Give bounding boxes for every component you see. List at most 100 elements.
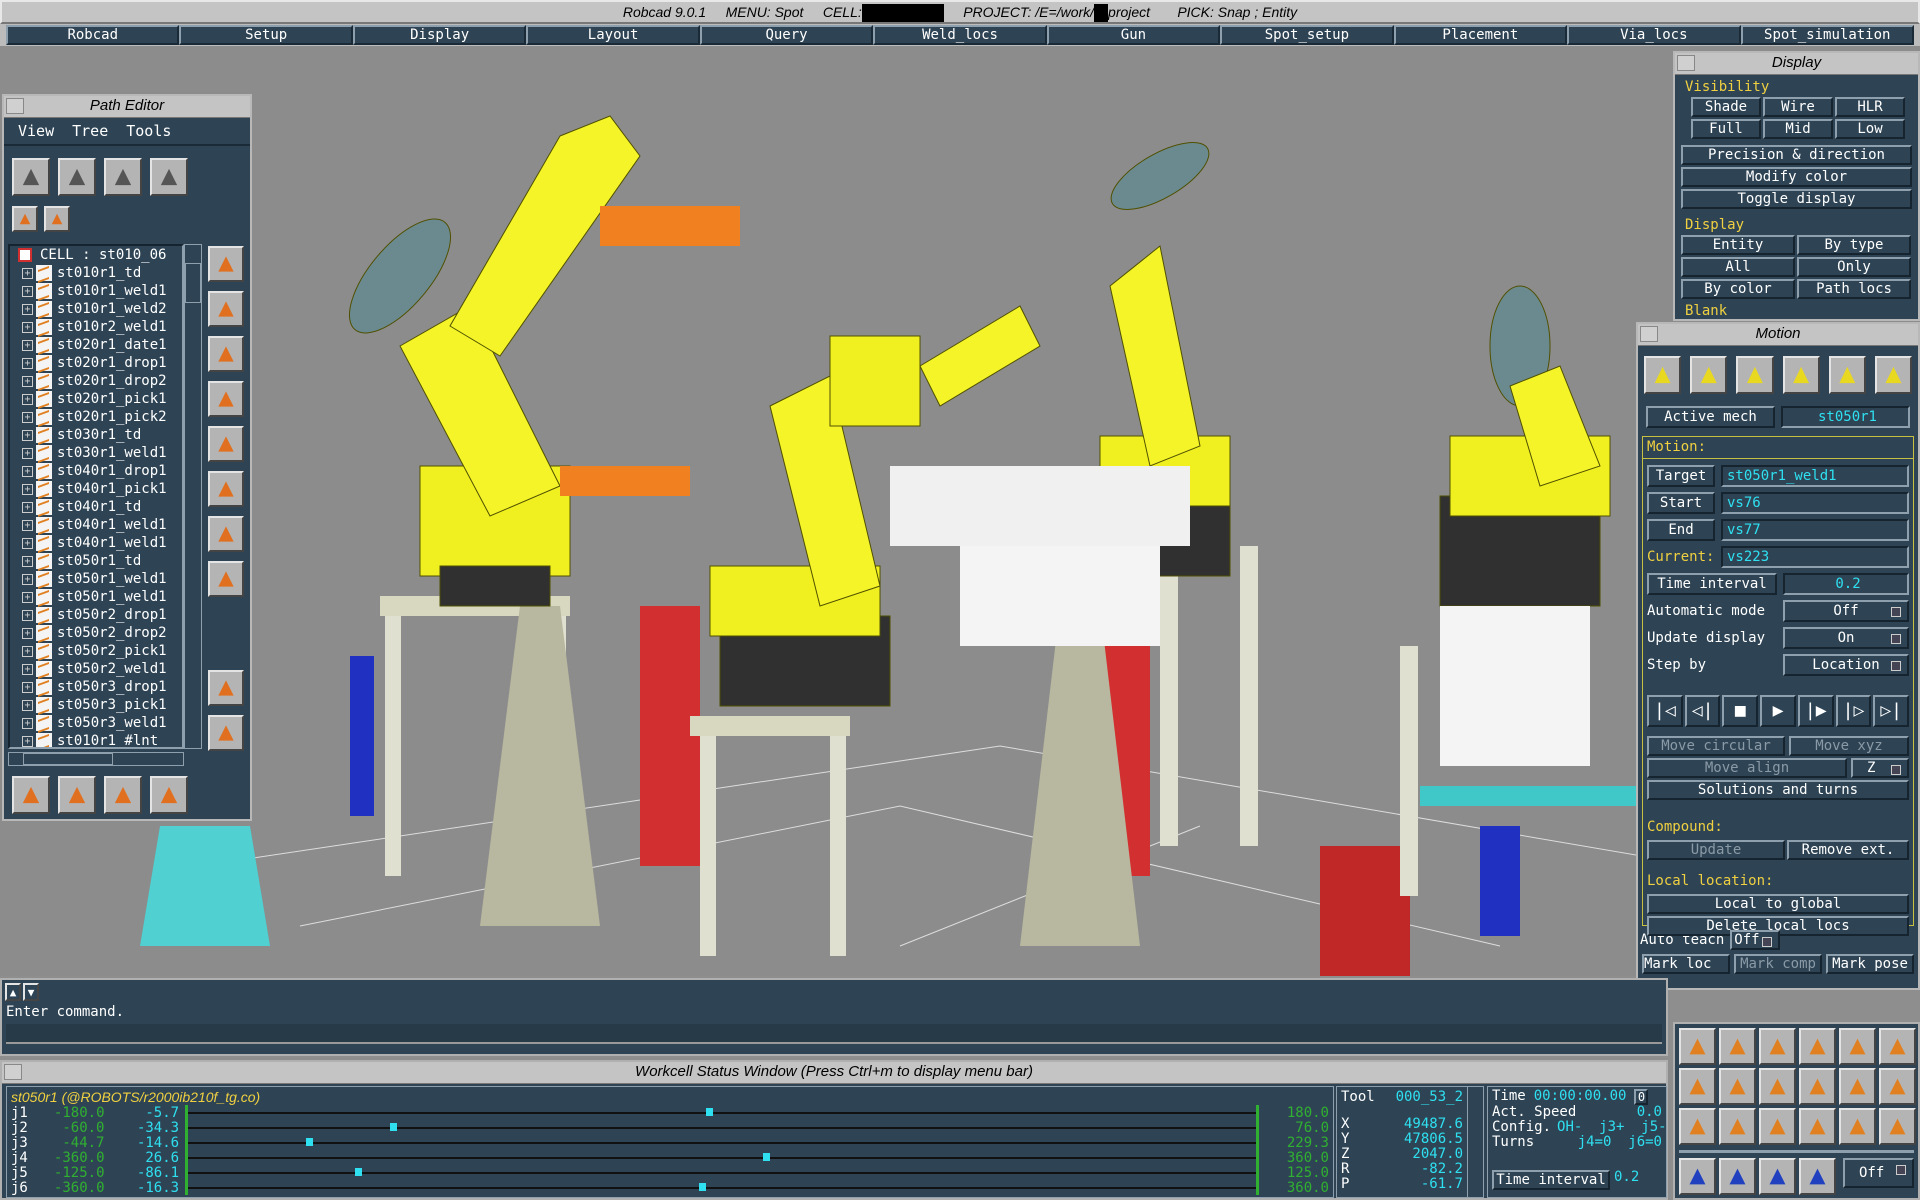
- paint-icon[interactable]: [12, 776, 50, 814]
- only-button[interactable]: Only: [1797, 257, 1911, 277]
- command-input[interactable]: [6, 1024, 1662, 1044]
- time-interval-button[interactable]: Time interval: [1492, 1170, 1610, 1190]
- tree-item[interactable]: + st040r1_weld1: [10, 516, 182, 534]
- tree-item[interactable]: + st010r1_weld2: [10, 300, 182, 318]
- modify-path-icon[interactable]: [208, 516, 244, 552]
- robot-table-icon[interactable]: [1828, 356, 1866, 394]
- robot-dark-icon[interactable]: [1839, 1068, 1876, 1105]
- shade-button[interactable]: Shade: [1691, 97, 1761, 117]
- menu-query[interactable]: Query: [699, 25, 874, 45]
- robot-color-icon[interactable]: [1759, 1068, 1796, 1105]
- pencil-icon[interactable]: [58, 776, 96, 814]
- tree-item[interactable]: + st050r1_td: [10, 552, 182, 570]
- tree-item[interactable]: + st050r3_drop1: [10, 678, 182, 696]
- hlr-button[interactable]: HLR: [1835, 97, 1905, 117]
- expand-icon[interactable]: +: [22, 537, 33, 549]
- add-multiple-locations-icon[interactable]: [44, 206, 70, 232]
- split-icon[interactable]: [104, 776, 142, 814]
- expand-icon[interactable]: +: [22, 447, 33, 459]
- time-reset-button[interactable]: 0: [1634, 1089, 1649, 1105]
- undo-icon[interactable]: [1759, 1158, 1796, 1195]
- tree-item[interactable]: + st050r3_weld1: [10, 714, 182, 732]
- tree-vertical-scrollbar[interactable]: [184, 244, 202, 749]
- tree-item[interactable]: + st020r1_drop2: [10, 372, 182, 390]
- menu-layout[interactable]: Layout: [526, 25, 700, 45]
- menu-via_locs[interactable]: Via_locs: [1567, 25, 1741, 45]
- path-editor-titlebar[interactable]: Path Editor: [4, 96, 250, 118]
- zoom-frame-icon[interactable]: [1799, 1028, 1836, 1065]
- scroll-thumb[interactable]: [23, 753, 113, 765]
- scroll-thumb[interactable]: [185, 263, 201, 303]
- menu-view[interactable]: View: [18, 122, 54, 140]
- tree-item[interactable]: + st020r1_pick2: [10, 408, 182, 426]
- entity-button[interactable]: Entity: [1681, 235, 1795, 255]
- tree-item[interactable]: + st020r1_drop1: [10, 354, 182, 372]
- window-menu-button[interactable]: [6, 98, 24, 114]
- pencil-frame-icon[interactable]: [1879, 1028, 1916, 1065]
- delete-icon[interactable]: [12, 158, 50, 196]
- box-face-icon[interactable]: [1839, 1028, 1876, 1065]
- tree-item[interactable]: + st030r1_weld1: [10, 444, 182, 462]
- window-menu-button[interactable]: [1640, 326, 1658, 342]
- menu-tools[interactable]: Tools: [126, 122, 171, 140]
- reverse-icon[interactable]: [208, 561, 244, 597]
- menu-display[interactable]: Display: [352, 25, 527, 45]
- tool-scrollbar[interactable]: [1467, 1087, 1483, 1197]
- move-path-icon[interactable]: [208, 471, 244, 507]
- expand-icon[interactable]: +: [22, 699, 33, 711]
- menu-spot_setup[interactable]: Spot_setup: [1220, 25, 1394, 45]
- joint-slider[interactable]: [185, 1150, 1260, 1165]
- tree-root[interactable]: CELL : st010_06: [10, 246, 182, 264]
- move-align-button[interactable]: Move align: [1647, 758, 1847, 778]
- tree-item[interactable]: + st010r1_#lnt: [10, 732, 182, 747]
- table-zoom-icon[interactable]: [1759, 1028, 1796, 1065]
- split-path-icon[interactable]: [58, 158, 96, 196]
- motion-titlebar[interactable]: Motion: [1638, 324, 1918, 346]
- tree-item[interactable]: + st050r1_weld1: [10, 570, 182, 588]
- hierarchy-icon[interactable]: [1719, 1068, 1756, 1105]
- robot-range-icon[interactable]: [1799, 1158, 1836, 1195]
- low-button[interactable]: Low: [1835, 119, 1905, 139]
- active-mech-field[interactable]: st050r1: [1780, 406, 1910, 428]
- target-field[interactable]: st050r1_weld1: [1721, 465, 1909, 487]
- menu-placement[interactable]: Placement: [1393, 25, 1568, 45]
- next-icon[interactable]: |▷: [1835, 695, 1872, 727]
- by-type-button[interactable]: By type: [1797, 235, 1911, 255]
- joint-position-marker[interactable]: [762, 1153, 770, 1161]
- history-down-icon[interactable]: ▼: [23, 983, 39, 1001]
- expand-icon[interactable]: +: [22, 429, 33, 441]
- tree-item[interactable]: + st010r1_td: [10, 264, 182, 282]
- toolbox-toggle-dropdown[interactable]: Off: [1843, 1158, 1914, 1188]
- expand-icon[interactable]: +: [22, 357, 33, 369]
- full-button[interactable]: Full: [1691, 119, 1761, 139]
- tree-item[interactable]: + st020r1_pick1: [10, 390, 182, 408]
- end-field[interactable]: vs77: [1721, 519, 1909, 541]
- expand-icon[interactable]: +: [22, 411, 33, 423]
- mark-pose-button[interactable]: Mark pose: [1826, 954, 1914, 974]
- time-interval-button[interactable]: Time interval: [1647, 573, 1777, 595]
- joint-position-marker[interactable]: [305, 1138, 313, 1146]
- tree-item[interactable]: + st010r2_weld1: [10, 318, 182, 336]
- expand-icon[interactable]: +: [22, 627, 33, 639]
- step-forward-icon[interactable]: |▶: [1797, 695, 1834, 727]
- remove-ext-button[interactable]: Remove ext.: [1787, 840, 1909, 860]
- expand-icon[interactable]: +: [22, 663, 33, 675]
- solutions-and-turns-button[interactable]: Solutions and turns: [1647, 780, 1909, 800]
- path-icon[interactable]: [1679, 1108, 1716, 1145]
- axes-icon[interactable]: [1879, 1068, 1916, 1105]
- first-icon[interactable]: |◁: [1647, 695, 1683, 727]
- spreadsheet-icon[interactable]: [1679, 1028, 1716, 1065]
- move-xyz-button[interactable]: Move xyz: [1789, 736, 1909, 756]
- update-display-dropdown[interactable]: On: [1783, 627, 1909, 649]
- automatic-mode-dropdown[interactable]: Off: [1783, 600, 1909, 622]
- time-interval-field[interactable]: 0.2: [1783, 573, 1909, 595]
- expand-icon[interactable]: +: [22, 645, 33, 657]
- flag-icon[interactable]: [1799, 1068, 1836, 1105]
- expand-icon[interactable]: +: [22, 285, 33, 297]
- remove-from-path-icon[interactable]: [208, 336, 244, 372]
- joint-position-marker[interactable]: [698, 1183, 706, 1191]
- expand-icon[interactable]: +: [22, 465, 33, 477]
- save-path-icon[interactable]: [208, 715, 244, 751]
- expand-icon[interactable]: +: [22, 717, 33, 729]
- expand-icon[interactable]: +: [22, 375, 33, 387]
